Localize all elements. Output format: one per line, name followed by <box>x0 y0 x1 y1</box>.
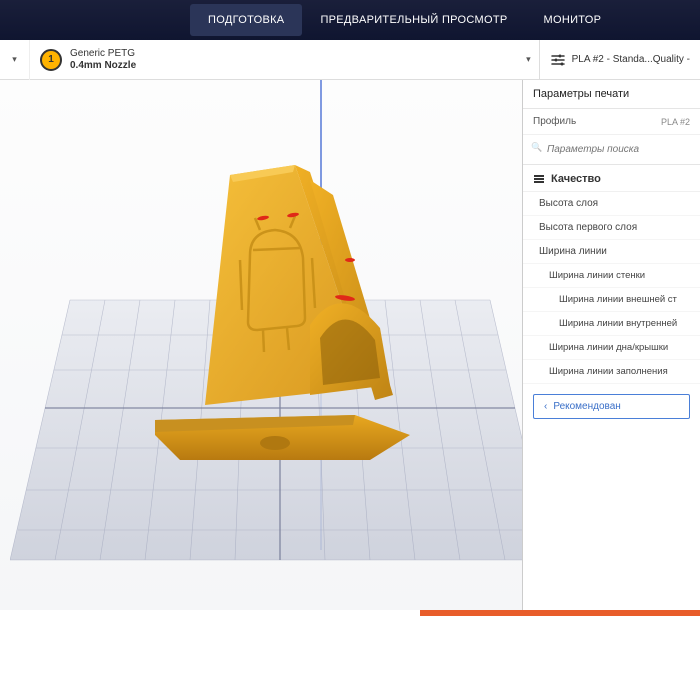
material-name: Generic PETG <box>70 48 136 60</box>
toolbar: ▾ 1 Generic PETG 0.4mm Nozzle ▾ PLA #2 -… <box>0 40 700 80</box>
material-chevron[interactable]: ▾ <box>518 54 539 65</box>
setting-top-bottom[interactable]: Ширина линии дна/крышки <box>523 336 700 360</box>
profile-value: PLA #2 <box>661 117 690 127</box>
setting-infill-line[interactable]: Ширина линии заполнения <box>523 360 700 384</box>
quality-label: Качество <box>551 173 601 185</box>
recommend-label: Рекомендован <box>553 401 620 412</box>
setting-line-width[interactable]: Ширина линии <box>523 240 700 264</box>
recommend-button[interactable]: ‹ Рекомендован <box>533 394 690 419</box>
setting-wall-line[interactable]: Ширина линии стенки <box>523 264 700 288</box>
tab-preview[interactable]: ПРЕДВАРИТЕЛЬНЫЙ ПРОСМОТР <box>302 4 525 36</box>
print-settings-panel: Параметры печати Профиль PLA #2 Качество… <box>522 80 700 610</box>
profile-name: PLA #2 - Standa...Quality - <box>572 54 690 65</box>
profile-row[interactable]: Профиль PLA #2 <box>523 109 700 135</box>
search-input[interactable] <box>531 141 692 158</box>
panel-title: Параметры печати <box>523 80 700 109</box>
top-tab-bar: ПОДГОТОВКА ПРЕДВАРИТЕЛЬНЫЙ ПРОСМОТР МОНИ… <box>0 0 700 40</box>
printer-dropdown[interactable]: ▾ <box>0 40 30 80</box>
quality-icon <box>533 173 545 185</box>
setting-inner-wall[interactable]: Ширина линии внутренней <box>523 312 700 336</box>
nozzle-size: 0.4mm Nozzle <box>70 60 136 72</box>
tab-monitor[interactable]: МОНИТОР <box>526 4 620 36</box>
bottom-space <box>0 616 700 700</box>
print-profile-selector[interactable]: PLA #2 - Standa...Quality - <box>539 40 700 80</box>
quality-section[interactable]: Качество <box>523 165 700 192</box>
tab-prepare[interactable]: ПОДГОТОВКА <box>190 4 302 36</box>
extruder-badge: 1 <box>40 49 62 71</box>
profile-label: Профиль <box>533 116 576 127</box>
setting-outer-wall[interactable]: Ширина линии внешней ст <box>523 288 700 312</box>
viewport-3d[interactable]: Параметры печати Профиль PLA #2 Качество… <box>0 80 700 610</box>
model-object[interactable] <box>145 160 425 470</box>
setting-layer-height[interactable]: Высота слоя <box>523 192 700 216</box>
chevron-left-icon: ‹ <box>544 401 547 412</box>
setting-initial-layer[interactable]: Высота первого слоя <box>523 216 700 240</box>
material-selector[interactable]: 1 Generic PETG 0.4mm Nozzle <box>30 48 518 72</box>
settings-icon <box>550 52 566 68</box>
